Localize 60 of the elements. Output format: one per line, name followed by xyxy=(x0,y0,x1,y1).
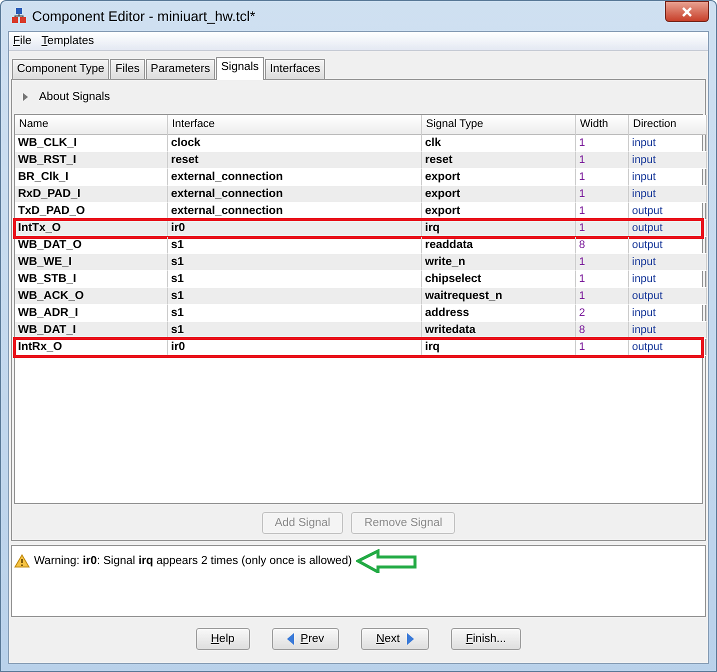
table-cell: export xyxy=(422,186,576,203)
table-cell: output xyxy=(629,339,707,356)
section-title[interactable]: About Signals xyxy=(39,91,110,103)
table-cell: ir0 xyxy=(168,339,422,356)
table-cell: 1 xyxy=(576,152,629,169)
table-cell: input xyxy=(629,254,707,271)
table-cell: ir0 xyxy=(168,220,422,237)
table-cell: input xyxy=(629,186,707,203)
column-header[interactable]: Direction xyxy=(629,115,707,135)
close-button[interactable] xyxy=(665,1,709,22)
warning-icon xyxy=(14,554,30,568)
prev-button[interactable]: Prev xyxy=(272,628,340,650)
menu-item[interactable]: File xyxy=(13,35,32,47)
table-cell: write_n xyxy=(422,254,576,271)
tab[interactable]: Files xyxy=(110,59,145,79)
table-cell: WB_WE_I xyxy=(15,254,168,271)
table-cell: input xyxy=(629,152,707,169)
table-cell: WB_ACK_O xyxy=(15,288,168,305)
tab[interactable]: Signals xyxy=(216,57,264,80)
dialog-button[interactable]: Finish... xyxy=(450,628,522,650)
column-header[interactable]: Name xyxy=(15,115,168,135)
right-arrow-icon xyxy=(406,633,414,645)
tab[interactable]: Component Type xyxy=(12,59,110,79)
table-cell: IntTx_O xyxy=(15,220,168,237)
column-header[interactable]: Signal Type xyxy=(422,115,576,135)
dialog-button[interactable]: Help xyxy=(196,628,250,650)
table-cell: IntRx_O xyxy=(15,339,168,356)
tab[interactable]: Parameters xyxy=(146,59,216,79)
table-cell: TxD_PAD_O xyxy=(15,203,168,220)
table-cell: 1 xyxy=(576,339,629,356)
table-cell: 1 xyxy=(576,186,629,203)
close-icon xyxy=(681,6,693,16)
table-cell: irq xyxy=(422,220,576,237)
table-cell: waitrequest_n xyxy=(422,288,576,305)
table-cell: s1 xyxy=(168,254,422,271)
window-title: Component Editor - miniuart_hw.tcl* xyxy=(32,8,256,24)
table-cell: 1 xyxy=(576,220,629,237)
table-cell: RxD_PAD_I xyxy=(15,186,168,203)
table-cell: export xyxy=(422,203,576,220)
table-cell: s1 xyxy=(168,288,422,305)
table-cell: 1 xyxy=(576,288,629,305)
table-cell: reset xyxy=(422,152,576,169)
table-cell: external_connection xyxy=(168,203,422,220)
table-cell: irq xyxy=(422,339,576,356)
table-cell: output xyxy=(629,220,707,237)
table-cell: 1 xyxy=(576,203,629,220)
table-cell: reset xyxy=(168,152,422,169)
menu-item[interactable]: Templates xyxy=(42,35,94,47)
expand-arrow-icon[interactable] xyxy=(22,93,29,101)
app-icon xyxy=(12,8,26,24)
table-cell: 1 xyxy=(576,254,629,271)
column-header[interactable]: Width xyxy=(576,115,629,135)
left-arrow-icon xyxy=(286,633,295,645)
table-cell: external_connection xyxy=(168,186,422,203)
next-button[interactable]: Next xyxy=(361,628,429,650)
table-cell: WB_RST_I xyxy=(15,152,168,169)
table-cell: output xyxy=(629,288,707,305)
warning-message: Warning: ir0: Signal irq appears 2 times (only once is allowed) xyxy=(34,555,352,567)
tab[interactable]: Interfaces xyxy=(264,59,326,79)
column-header[interactable]: Interface xyxy=(168,115,422,135)
